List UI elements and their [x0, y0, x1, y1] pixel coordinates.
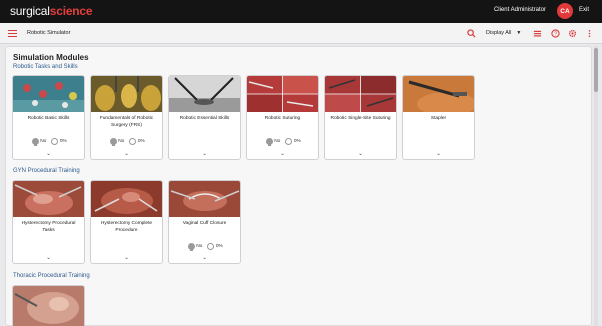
module-thumbnail — [247, 76, 318, 112]
module-card[interactable]: Robotic Suturing No 0% ⌄ — [246, 75, 319, 160]
chevron-down-icon[interactable]: ⌄ — [91, 151, 162, 157]
gear-icon[interactable] — [568, 29, 577, 38]
scrollbar[interactable] — [594, 46, 598, 326]
module-label: Robotic Basic Skills — [27, 116, 70, 121]
module-card[interactable]: Robotic Basic Skills No 0% ⌄ — [12, 75, 85, 160]
module-card[interactable]: Robotic Essential Skills ⌄ — [168, 75, 241, 160]
chevron-down-icon[interactable]: ⌄ — [13, 151, 84, 157]
modules-panel: Simulation Modules Robotic Tasks and Ski… — [5, 46, 592, 326]
module-thumbnail — [403, 76, 474, 112]
medal-icon — [187, 243, 195, 251]
module-card[interactable]: Stapler ⌄ — [402, 75, 475, 160]
module-card[interactable] — [12, 285, 85, 326]
module-card[interactable]: Hysterectomy Procedural Tasks ⌄ — [12, 180, 85, 264]
status-text: No — [196, 244, 203, 249]
module-thumbnail — [91, 181, 162, 217]
progress-ring-icon — [207, 243, 215, 250]
chevron-down-icon[interactable]: ⌄ — [325, 151, 396, 157]
module-label: Vaginal Cuff Closure — [182, 221, 227, 226]
chevron-down-icon[interactable]: ⌄ — [169, 151, 240, 157]
brand-logo: surgicalscience — [10, 4, 93, 18]
module-card[interactable]: Fundamentals of Robotic Surgery (FRS) No… — [90, 75, 163, 160]
section-title: Thoracic Procedural Training — [13, 273, 90, 279]
module-label: Fundamentals of Robotic Surgery (FRS) — [99, 116, 154, 128]
status-text: No — [40, 139, 47, 144]
section-title: Robotic Tasks and Skills — [13, 64, 78, 70]
module-thumbnail — [169, 76, 240, 112]
progress-text: 0% — [137, 139, 145, 144]
module-card[interactable]: Robotic Single-Site Suturing ⌄ — [324, 75, 397, 160]
module-thumbnail — [13, 76, 84, 112]
list-icon[interactable] — [533, 29, 542, 38]
module-status: No 0% — [169, 243, 240, 251]
module-label: Robotic Suturing — [264, 116, 301, 121]
display-all-dropdown[interactable]: Display All ▼ — [486, 30, 521, 36]
toolbar: Robotic Simulator Display All ▼ ? — [0, 23, 602, 44]
svg-text:?: ? — [554, 31, 557, 37]
progress-ring-icon — [51, 138, 59, 145]
status-text: No — [118, 139, 125, 144]
module-status: No 0% — [13, 138, 84, 146]
module-label: Robotic Single-Site Suturing — [330, 116, 391, 121]
medal-icon — [265, 138, 273, 146]
progress-text: 0% — [59, 139, 67, 144]
more-vertical-icon[interactable] — [585, 29, 594, 38]
module-label: Hysterectomy Complete Procedure — [100, 221, 153, 233]
user-name: Client Administrator — [493, 7, 546, 13]
module-thumbnail — [13, 286, 84, 326]
progress-ring-icon — [129, 138, 137, 145]
exit-link[interactable]: Exit — [579, 7, 589, 13]
medal-icon — [109, 138, 117, 146]
page-title: Robotic Simulator — [27, 30, 71, 36]
avatar[interactable]: CA — [557, 3, 573, 19]
section-title: GYN Procedural Training — [13, 168, 80, 174]
help-icon[interactable]: ? — [551, 29, 560, 38]
menu-icon[interactable] — [8, 30, 17, 37]
panel-title: Simulation Modules — [13, 53, 89, 62]
search-icon[interactable] — [467, 29, 476, 38]
module-label: Hysterectomy Procedural Tasks — [21, 221, 76, 233]
medal-icon — [31, 138, 39, 146]
scrollbar-thumb[interactable] — [594, 48, 598, 92]
module-thumbnail — [13, 181, 84, 217]
top-bar: surgicalscience Client Administrator CA … — [0, 0, 602, 23]
progress-text: 0% — [215, 244, 223, 249]
module-label: Robotic Essential Skills — [179, 116, 230, 121]
module-label: Stapler — [430, 116, 447, 121]
chevron-down-icon[interactable]: ⌄ — [403, 151, 474, 157]
progress-text: 0% — [293, 139, 301, 144]
progress-ring-icon — [285, 138, 293, 145]
chevron-down-icon[interactable]: ⌄ — [91, 255, 162, 261]
module-thumbnail — [91, 76, 162, 112]
caret-down-icon: ▼ — [516, 30, 522, 36]
module-status: No 0% — [91, 138, 162, 146]
chevron-down-icon[interactable]: ⌄ — [169, 255, 240, 261]
status-text: No — [274, 139, 281, 144]
module-card[interactable]: Hysterectomy Complete Procedure ⌄ — [90, 180, 163, 264]
chevron-down-icon[interactable]: ⌄ — [247, 151, 318, 157]
module-status: No 0% — [247, 138, 318, 146]
chevron-down-icon[interactable]: ⌄ — [13, 255, 84, 261]
module-thumbnail — [325, 76, 396, 112]
module-thumbnail — [169, 181, 240, 217]
module-card[interactable]: Vaginal Cuff Closure No 0% ⌄ — [168, 180, 241, 264]
